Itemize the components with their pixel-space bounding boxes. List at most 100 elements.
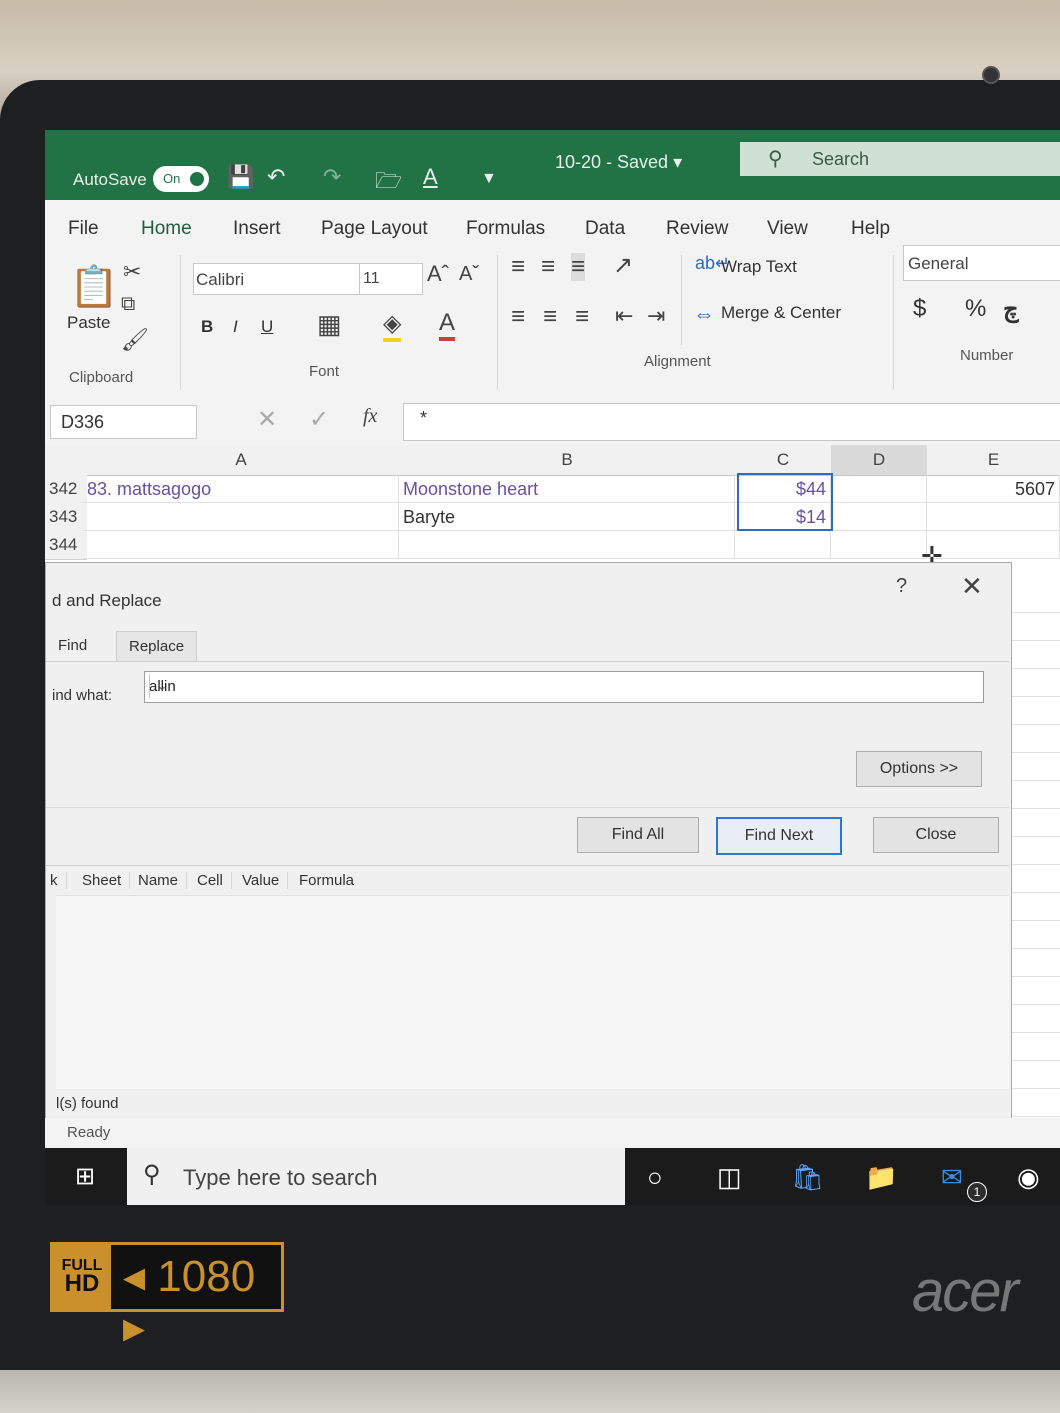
- format-painter-icon[interactable]: 🖌: [121, 327, 149, 353]
- chevron-down-icon[interactable]: ⌄: [149, 674, 174, 698]
- font-family-select[interactable]: Calibri: [193, 263, 363, 295]
- cell-e344[interactable]: [927, 531, 1060, 559]
- tab-home[interactable]: Home: [141, 218, 192, 248]
- file-explorer-icon[interactable]: 📁: [865, 1162, 897, 1193]
- comma-button[interactable]: چ: [1003, 295, 1019, 324]
- align-left-icon[interactable]: ≡: [511, 303, 525, 331]
- bottom-align-icon[interactable]: ≡: [571, 253, 586, 281]
- search-box[interactable]: ⚲ Search: [740, 142, 1060, 176]
- redo-icon[interactable]: ↷: [323, 164, 341, 190]
- copy-icon[interactable]: ⧉: [121, 293, 135, 316]
- wrap-text-button[interactable]: Wrap Text: [721, 257, 797, 277]
- percent-button[interactable]: %: [965, 295, 986, 323]
- orientation-icon[interactable]: ↗: [613, 251, 633, 280]
- insert-function-icon[interactable]: fx: [363, 405, 377, 428]
- decrease-indent-icon[interactable]: ⇤: [615, 303, 633, 329]
- cortana-icon[interactable]: ○: [647, 1162, 663, 1193]
- middle-align-icon[interactable]: ≡: [541, 253, 555, 281]
- merge-center-button[interactable]: Merge & Center: [721, 303, 841, 323]
- bold-button[interactable]: B: [201, 317, 213, 337]
- number-format-select[interactable]: General: [903, 245, 1060, 281]
- increase-font-icon[interactable]: Aˆ: [427, 261, 449, 287]
- results-col-name[interactable]: Name: [138, 872, 188, 889]
- chrome-icon[interactable]: ◉: [1017, 1162, 1040, 1193]
- find-next-button[interactable]: Find Next: [716, 817, 842, 855]
- taskbar-search[interactable]: ⚲ Type here to search: [127, 1148, 625, 1205]
- autosave-toggle[interactable]: On: [153, 166, 209, 192]
- help-icon[interactable]: ?: [896, 575, 907, 598]
- cell-d342[interactable]: [831, 475, 927, 503]
- tab-insert[interactable]: Insert: [233, 218, 281, 240]
- tab-page-layout[interactable]: Page Layout: [321, 218, 428, 240]
- top-align-icon[interactable]: ≡: [511, 253, 525, 281]
- save-icon[interactable]: 💾: [227, 164, 254, 190]
- customize-toolbar-icon[interactable]: ▼: [481, 170, 497, 188]
- decrease-font-icon[interactable]: Aˇ: [459, 263, 479, 286]
- windows-start-icon[interactable]: ⊞: [75, 1162, 95, 1191]
- cell-a344[interactable]: [83, 531, 399, 559]
- currency-button[interactable]: $: [913, 295, 926, 323]
- underline-button[interactable]: U: [261, 317, 273, 337]
- fill-color-icon[interactable]: ◈: [383, 309, 402, 342]
- tab-formulas[interactable]: Formulas: [466, 218, 545, 240]
- font-size-select[interactable]: 11: [359, 263, 423, 295]
- task-view-icon[interactable]: ◫: [717, 1162, 742, 1193]
- name-box[interactable]: D336: [50, 405, 197, 439]
- cell-a343[interactable]: [83, 503, 399, 531]
- cut-icon[interactable]: ✂: [123, 259, 141, 285]
- cell-e343[interactable]: [927, 503, 1060, 531]
- tab-help[interactable]: Help: [851, 218, 890, 240]
- paste-icon[interactable]: 📋: [69, 263, 119, 310]
- tab-data[interactable]: Data: [585, 218, 625, 240]
- cell-b342[interactable]: Moonstone heart: [399, 475, 735, 503]
- results-col-book[interactable]: k: [50, 872, 67, 889]
- row-header[interactable]: 342: [45, 475, 87, 504]
- cell-b344[interactable]: [399, 531, 735, 559]
- confirm-entry-icon[interactable]: ✓: [309, 405, 329, 434]
- merge-center-icon[interactable]: ⇔: [693, 301, 715, 327]
- formula-input[interactable]: *: [403, 403, 1060, 441]
- tab-replace[interactable]: Replace: [116, 631, 198, 662]
- cell-e342[interactable]: 5607: [927, 475, 1060, 503]
- borders-icon[interactable]: ▦: [317, 309, 342, 340]
- column-header-e[interactable]: E: [927, 445, 1060, 476]
- column-header-c[interactable]: C: [735, 445, 832, 476]
- find-all-button[interactable]: Find All: [577, 817, 699, 853]
- cancel-entry-icon[interactable]: ✕: [257, 405, 277, 434]
- close-icon[interactable]: ✕: [961, 571, 983, 602]
- font-color-quick-icon[interactable]: A: [423, 164, 438, 190]
- tab-view[interactable]: View: [767, 218, 808, 240]
- results-list[interactable]: [56, 895, 1009, 1089]
- font-color-icon[interactable]: A: [439, 309, 456, 341]
- cell-d344[interactable]: [831, 531, 927, 559]
- find-what-input[interactable]: allin ⌄: [144, 671, 984, 703]
- tab-file[interactable]: File: [68, 218, 99, 240]
- store-icon[interactable]: 🛍: [791, 1162, 824, 1193]
- cell-c344[interactable]: [735, 531, 831, 559]
- results-col-formula[interactable]: Formula: [299, 872, 362, 889]
- increase-indent-icon[interactable]: ⇥: [647, 303, 665, 329]
- results-col-cell[interactable]: Cell: [197, 872, 232, 889]
- mail-icon[interactable]: ✉: [941, 1162, 963, 1193]
- row-header[interactable]: 343: [45, 503, 87, 532]
- close-button[interactable]: Close: [873, 817, 999, 853]
- paste-label[interactable]: Paste: [67, 313, 110, 333]
- tab-find[interactable]: Find: [46, 631, 99, 661]
- italic-button[interactable]: I: [233, 317, 238, 337]
- column-header-b[interactable]: B: [399, 445, 736, 476]
- cell-a342[interactable]: 83. mattsagogo: [83, 475, 399, 503]
- column-header-d[interactable]: D: [831, 445, 928, 476]
- align-center-icon[interactable]: ≡: [543, 303, 557, 331]
- select-all-corner[interactable]: [45, 445, 84, 476]
- column-header-a[interactable]: A: [83, 445, 400, 476]
- options-button[interactable]: Options >>: [856, 751, 982, 787]
- row-header[interactable]: 344: [45, 531, 87, 560]
- results-col-value[interactable]: Value: [242, 872, 289, 889]
- cell-d343[interactable]: [831, 503, 927, 531]
- results-col-sheet[interactable]: Sheet: [82, 872, 131, 889]
- open-folder-icon[interactable]: 🗁: [375, 164, 402, 202]
- undo-icon[interactable]: ↶: [267, 164, 285, 190]
- tab-review[interactable]: Review: [666, 218, 728, 240]
- cell-b343[interactable]: Baryte: [399, 503, 735, 531]
- align-right-icon[interactable]: ≡: [575, 303, 589, 331]
